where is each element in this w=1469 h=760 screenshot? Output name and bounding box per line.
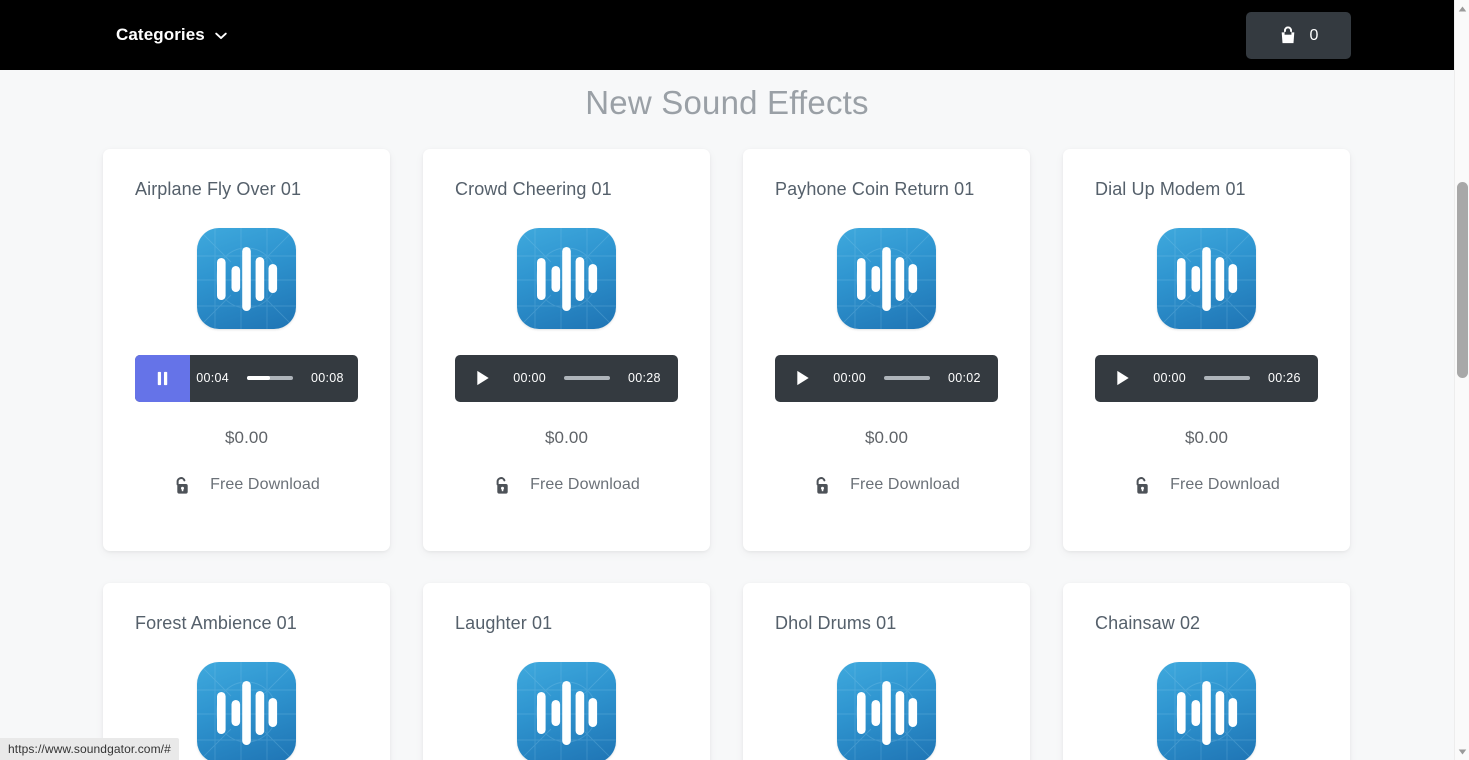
artwork-wrapper [1095,661,1318,760]
artwork-wrapper [775,227,998,329]
total-time: 00:26 [1268,371,1301,386]
sound-card: Airplane Fly Over 01 00:04 00:08 $0.00 Free … [103,148,390,551]
pause-icon[interactable] [135,354,190,402]
sound-card-title: Crowd Cheering 01 [455,178,612,199]
page-title: New Sound Effects [585,84,869,121]
scrollbar-thumb[interactable] [1457,182,1468,378]
artwork-wrapper [1095,227,1318,329]
sound-card-title: Dhol Drums 01 [775,612,897,633]
unlock-icon [1133,476,1150,495]
current-time: 00:00 [833,371,866,386]
waveform-icon[interactable] [197,661,296,760]
sound-card-title: Airplane Fly Over 01 [135,178,302,199]
sound-card: Payhone Coin Return 01 00:00 00:02 $0.00 Fre… [743,148,1030,551]
free-download-label: Free Download [210,476,320,494]
unlock-icon [813,476,830,495]
progress-slider[interactable] [884,376,930,381]
sound-card-grid: Airplane Fly Over 01 00:04 00:08 $0.00 Free … [0,123,1454,760]
free-download-label: Free Download [530,476,640,494]
audio-player[interactable]: 00:00 00:02 [775,354,998,402]
free-download-link[interactable]: Free Download [135,476,358,495]
free-download-label: Free Download [1170,476,1280,494]
unlock-icon [493,476,510,495]
sound-card: Crowd Cheering 01 00:00 00:28 $0.00 Free Dow… [423,148,710,551]
player-body: 00:00 00:28 [510,371,678,385]
audio-player[interactable]: 00:04 00:08 [135,354,358,402]
price-label: $0.00 [864,427,909,447]
artwork-wrapper [775,661,998,760]
waveform-icon[interactable] [517,227,616,329]
top-navbar: Categories 0 [0,0,1454,70]
page-content: Categories 0 New Sound Effects Airplane … [0,0,1454,760]
shopping-bag-icon [1279,26,1297,45]
waveform-icon[interactable] [837,661,936,760]
play-icon[interactable] [455,355,510,402]
audio-player[interactable]: 00:00 00:28 [455,354,678,402]
player-body: 00:04 00:08 [190,371,358,385]
cart-count: 0 [1309,26,1319,44]
cart-area: 0 [1246,12,1351,59]
waveform-icon[interactable] [1157,227,1256,329]
progress-slider[interactable] [1204,376,1250,381]
price-label: $0.00 [224,427,269,447]
sound-card-title: Forest Ambience 01 [135,612,297,633]
sound-card-title: Chainsaw 02 [1095,612,1201,633]
progress-slider[interactable] [564,376,610,381]
sound-card: Dhol Drums 01 [743,582,1030,760]
play-icon[interactable] [775,355,830,402]
sound-card: Laughter 01 [423,582,710,760]
waveform-icon[interactable] [197,227,296,329]
free-download-link[interactable]: Free Download [455,476,678,495]
sound-card-title: Dial Up Modem 01 [1095,178,1246,199]
progress-slider[interactable] [247,376,293,381]
sound-card-title: Laughter 01 [455,612,553,633]
current-time: 00:00 [513,371,546,386]
artwork-wrapper [455,227,678,329]
total-time: 00:08 [311,371,344,386]
free-download-link[interactable]: Free Download [775,476,998,495]
triangle-down-icon[interactable] [1455,743,1469,760]
player-body: 00:00 00:02 [830,371,998,385]
status-bar-url: https://www.soundgator.com/# [0,738,179,760]
player-body: 00:00 00:26 [1150,371,1318,385]
categories-menu[interactable]: Categories [116,25,228,45]
total-time: 00:02 [948,371,981,386]
sound-card-title: Payhone Coin Return 01 [775,178,975,199]
waveform-icon[interactable] [517,661,616,760]
free-download-link[interactable]: Free Download [1095,476,1318,495]
artwork-wrapper [455,661,678,760]
sound-card: Chainsaw 02 [1063,582,1350,760]
chevron-down-icon [214,29,228,43]
total-time: 00:28 [628,371,661,386]
triangle-up-icon[interactable] [1455,0,1469,17]
unlock-icon [173,476,190,495]
current-time: 00:00 [1153,371,1186,386]
cart-button[interactable]: 0 [1246,12,1351,59]
audio-player[interactable]: 00:00 00:26 [1095,354,1318,402]
sound-card: Forest Ambience 01 [103,582,390,760]
price-label: $0.00 [1184,427,1229,447]
price-label: $0.00 [544,427,589,447]
categories-label: Categories [116,25,205,44]
play-icon[interactable] [1095,355,1150,402]
browser-viewport: Categories 0 New Sound Effects Airplane … [0,0,1469,760]
current-time: 00:04 [196,371,229,386]
free-download-label: Free Download [850,476,960,494]
vertical-scrollbar[interactable] [1454,0,1469,760]
waveform-icon[interactable] [1157,661,1256,760]
artwork-wrapper [135,227,358,329]
sound-card: Dial Up Modem 01 00:00 00:26 $0.00 Free Down… [1063,148,1350,551]
waveform-icon[interactable] [837,227,936,329]
